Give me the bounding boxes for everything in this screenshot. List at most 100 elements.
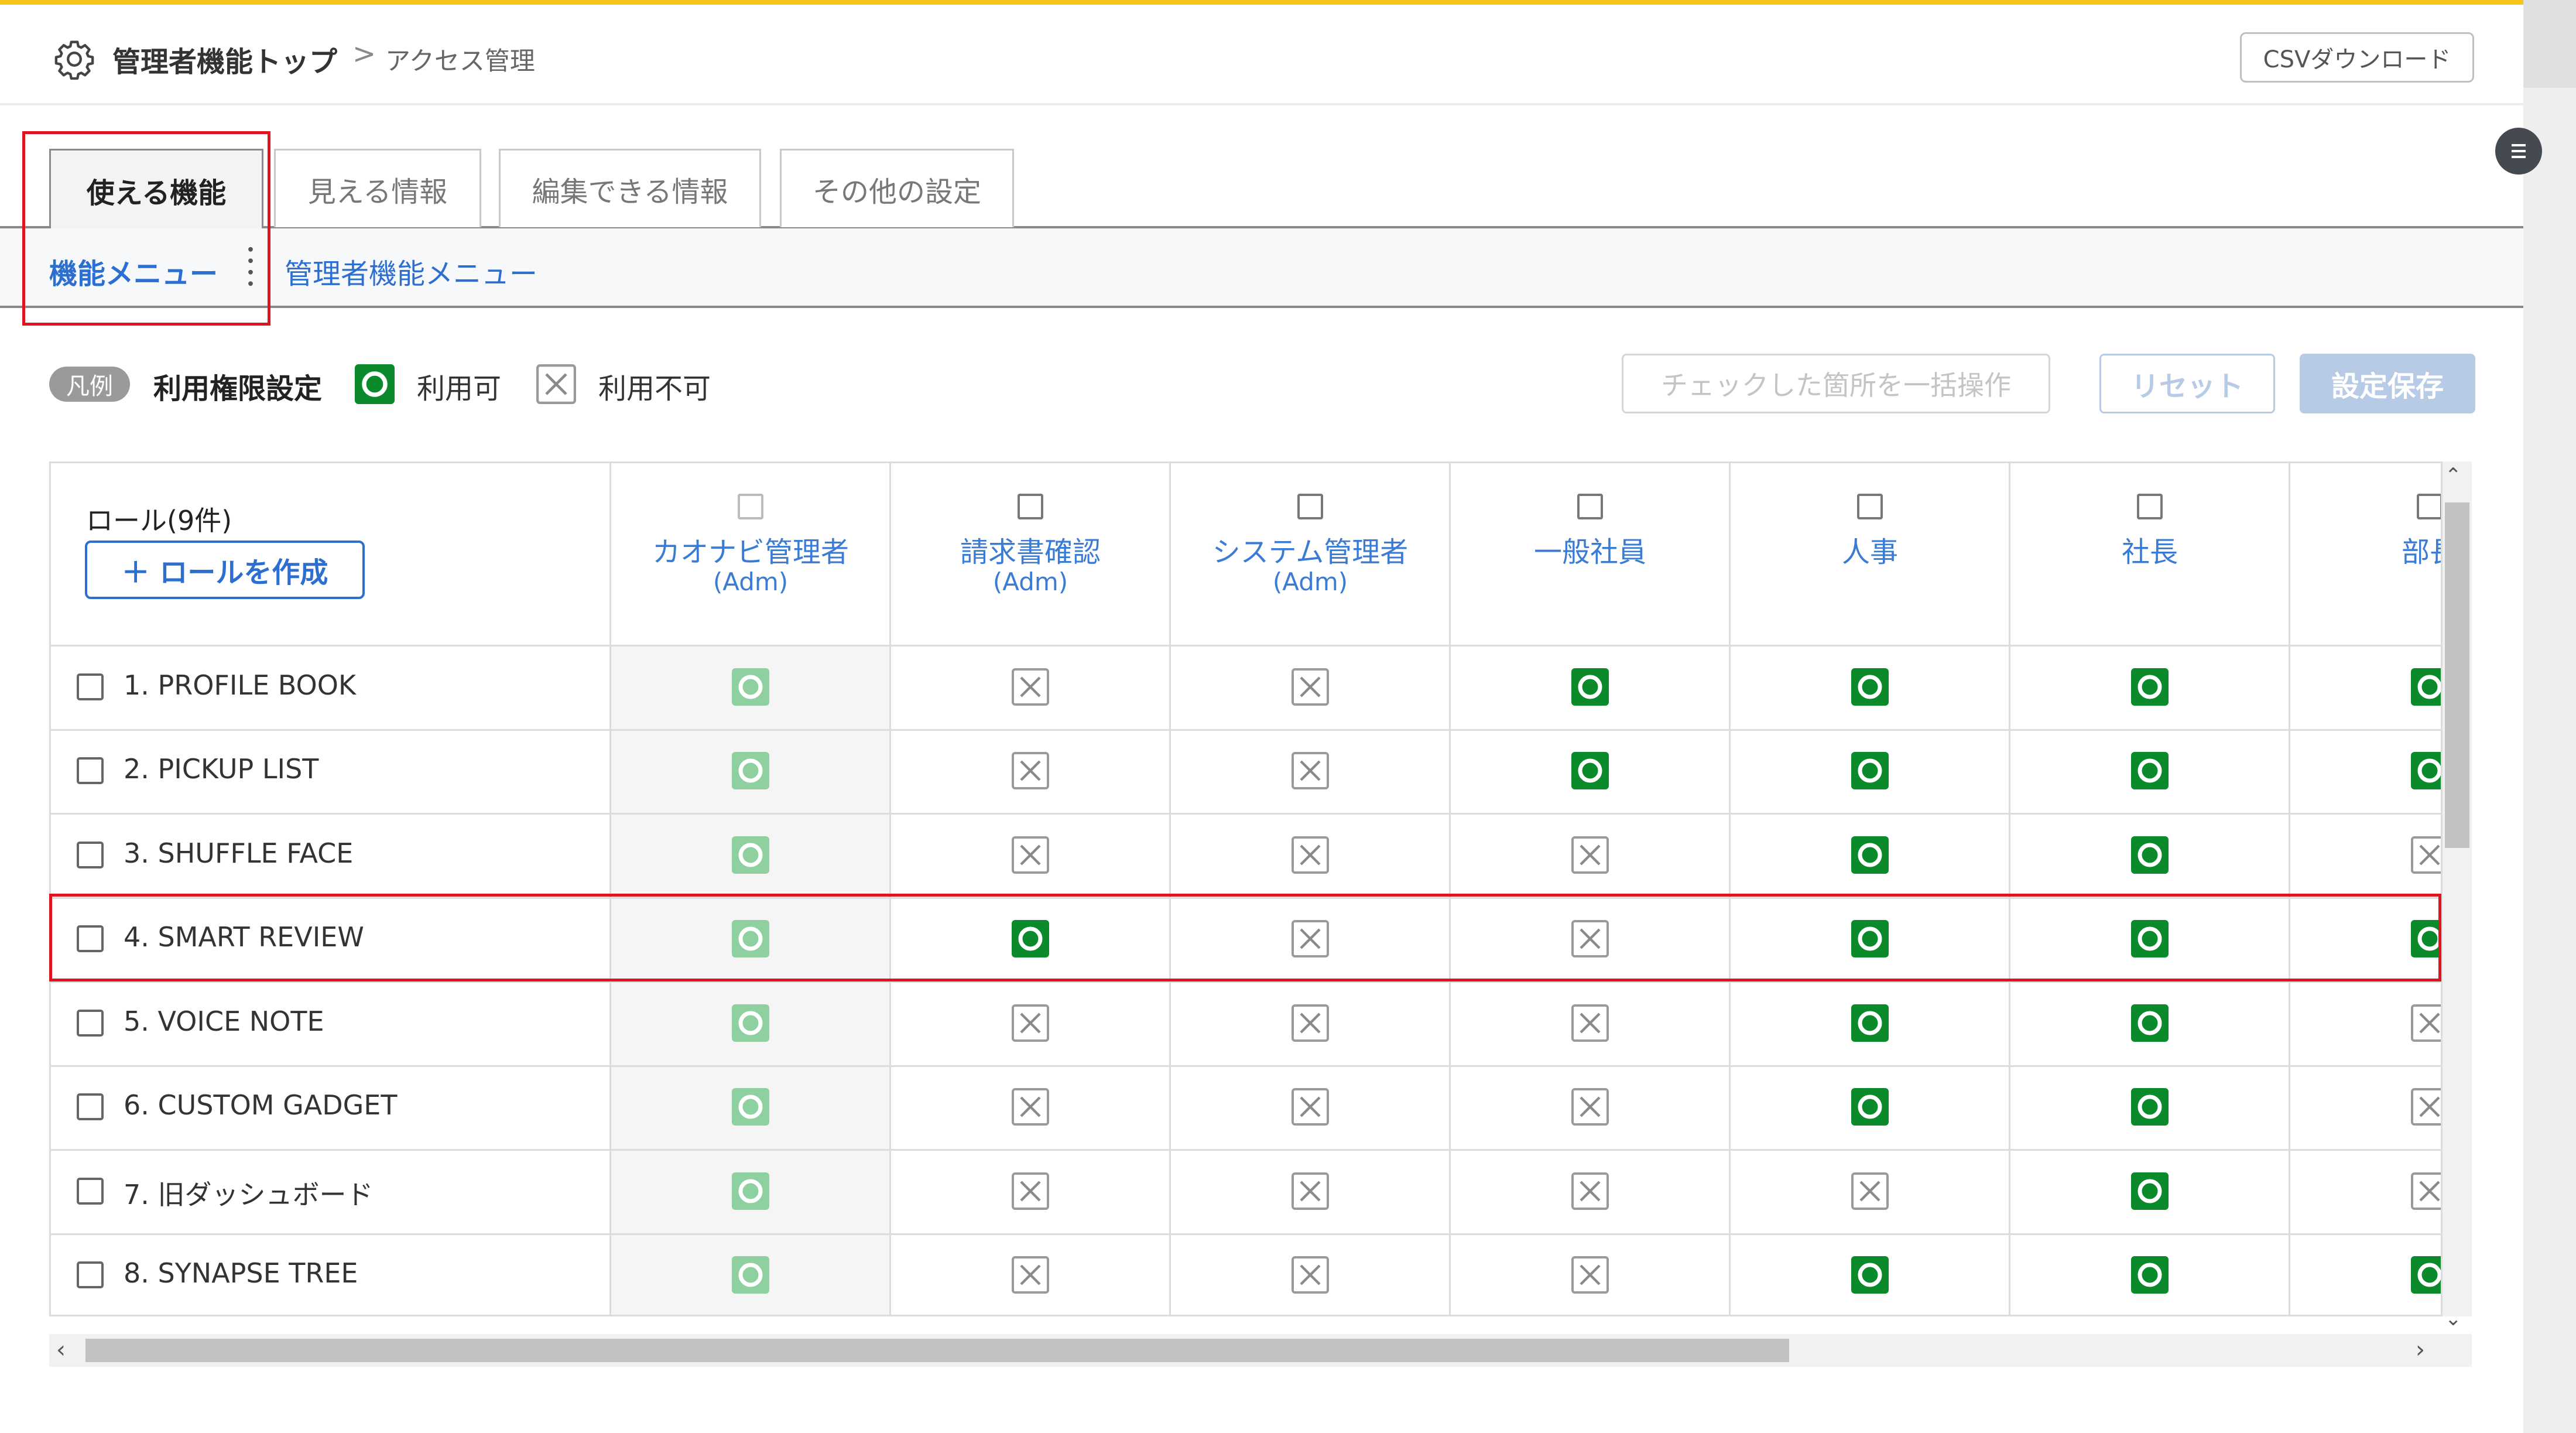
tab-visible-info[interactable]: 見える情報 — [274, 149, 481, 227]
allowed-icon[interactable] — [2131, 1088, 2169, 1126]
allowed-icon[interactable] — [2411, 668, 2443, 706]
allowed-fixed-icon[interactable] — [732, 836, 769, 874]
scroll-up-arrow-icon[interactable]: ⌃ — [2445, 464, 2462, 487]
reset-button[interactable]: リセット — [2099, 354, 2275, 413]
row-select-checkbox[interactable] — [77, 1261, 104, 1289]
not-allowed-icon[interactable] — [1571, 1088, 1609, 1126]
bulk-operation-button[interactable]: チェックした箇所を一括操作 — [1622, 354, 2050, 413]
row-divider — [51, 897, 2441, 899]
allowed-fixed-icon[interactable] — [732, 668, 769, 706]
allowed-icon[interactable] — [2131, 1172, 2169, 1210]
allowed-icon[interactable] — [2131, 1256, 2169, 1294]
column-select-checkbox[interactable] — [1577, 494, 1603, 519]
create-role-button[interactable]: ＋ ロールを作成 — [85, 541, 365, 599]
not-allowed-icon[interactable] — [1292, 668, 1329, 706]
not-allowed-icon[interactable] — [2411, 836, 2443, 874]
column-select-checkbox[interactable] — [738, 494, 763, 519]
allowed-icon[interactable] — [1851, 920, 1889, 958]
allowed-icon[interactable] — [1851, 668, 1889, 706]
allowed-icon[interactable] — [2131, 920, 2169, 958]
role-name[interactable]: 一般社員 — [1450, 529, 1730, 570]
allowed-icon[interactable] — [2131, 668, 2169, 706]
allowed-icon[interactable] — [1851, 1256, 1889, 1294]
not-allowed-icon[interactable] — [1292, 836, 1329, 874]
hamburger-icon[interactable] — [2495, 128, 2542, 175]
allowed-icon[interactable] — [2411, 920, 2443, 958]
not-allowed-icon[interactable] — [1012, 1172, 1049, 1210]
save-settings-button[interactable]: 設定保存 — [2300, 354, 2475, 413]
subnav-admin-function-menu[interactable]: 管理者機能メニュー — [285, 251, 537, 292]
row-select-checkbox[interactable] — [77, 1009, 104, 1037]
column-select-checkbox[interactable] — [1857, 494, 1883, 519]
role-name[interactable]: システム管理者 — [1170, 529, 1450, 570]
vertical-scroll-thumb[interactable] — [2445, 502, 2469, 848]
subnav-function-menu[interactable]: 機能メニュー — [49, 251, 218, 292]
legend-title: 利用権限設定 — [153, 372, 323, 405]
allowed-icon[interactable] — [1571, 668, 1609, 706]
not-allowed-icon[interactable] — [1292, 1004, 1329, 1042]
breadcrumb-top[interactable]: 管理者機能トップ — [112, 39, 337, 80]
role-name[interactable]: カオナビ管理者 — [611, 529, 890, 570]
not-allowed-icon[interactable] — [1012, 836, 1049, 874]
not-allowed-icon[interactable] — [2411, 1088, 2443, 1126]
allowed-fixed-icon[interactable] — [732, 1256, 769, 1294]
not-allowed-icon[interactable] — [1012, 1088, 1049, 1126]
column-select-checkbox[interactable] — [2137, 494, 2163, 519]
allowed-icon[interactable] — [2411, 1256, 2443, 1294]
row-select-checkbox[interactable] — [77, 841, 104, 868]
not-allowed-icon[interactable] — [1571, 1172, 1609, 1210]
role-name[interactable]: 請求書確認 — [890, 529, 1170, 570]
allowed-fixed-icon[interactable] — [732, 1172, 769, 1210]
allowed-icon[interactable] — [1851, 1088, 1889, 1126]
not-allowed-icon[interactable] — [1571, 920, 1609, 958]
allowed-icon[interactable] — [2131, 836, 2169, 874]
role-name[interactable]: 社長 — [2010, 529, 2290, 570]
allowed-fixed-icon[interactable] — [732, 920, 769, 958]
allowed-icon[interactable] — [1012, 920, 1049, 958]
allowed-fixed-icon[interactable] — [732, 752, 769, 790]
csv-download-button[interactable]: CSVダウンロード — [2240, 32, 2474, 83]
allowed-icon[interactable] — [1571, 752, 1609, 790]
not-allowed-icon[interactable] — [1292, 920, 1329, 958]
tab-other-settings[interactable]: その他の設定 — [780, 149, 1014, 227]
scroll-left-arrow-icon[interactable]: ‹ — [56, 1336, 66, 1363]
row-select-checkbox[interactable] — [77, 1177, 104, 1205]
not-allowed-icon[interactable] — [1571, 1004, 1609, 1042]
row-select-checkbox[interactable] — [77, 1093, 104, 1121]
allowed-icon[interactable] — [2131, 752, 2169, 790]
allowed-fixed-icon[interactable] — [732, 1004, 769, 1042]
not-allowed-icon[interactable] — [1571, 836, 1609, 874]
scroll-right-arrow-icon[interactable]: › — [2416, 1336, 2425, 1363]
not-allowed-icon[interactable] — [1292, 1172, 1329, 1210]
column-select-checkbox[interactable] — [2417, 494, 2441, 519]
allowed-icon[interactable] — [2131, 1004, 2169, 1042]
column-select-checkbox[interactable] — [1297, 494, 1323, 519]
not-allowed-icon[interactable] — [2411, 1004, 2443, 1042]
tab-editable-info[interactable]: 編集できる情報 — [499, 149, 761, 227]
not-allowed-icon[interactable] — [1012, 1256, 1049, 1294]
not-allowed-icon[interactable] — [1851, 1172, 1889, 1210]
not-allowed-icon[interactable] — [2411, 1172, 2443, 1210]
not-allowed-icon[interactable] — [1292, 1256, 1329, 1294]
not-allowed-icon[interactable] — [1012, 1004, 1049, 1042]
not-allowed-icon[interactable] — [1012, 668, 1049, 706]
row-select-checkbox[interactable] — [77, 757, 104, 785]
not-allowed-icon[interactable] — [1012, 752, 1049, 790]
not-allowed-icon[interactable] — [1292, 752, 1329, 790]
role-name[interactable]: 部長 — [2290, 529, 2441, 570]
row-select-checkbox[interactable] — [77, 673, 104, 700]
allowed-icon[interactable] — [1851, 836, 1889, 874]
role-name[interactable]: 人事 — [1730, 529, 2010, 570]
horizontal-scroll-thumb[interactable] — [85, 1339, 1789, 1362]
function-name: 7. 旧ダッシュボード — [124, 1178, 374, 1210]
allowed-icon[interactable] — [1851, 752, 1889, 790]
allowed-fixed-icon[interactable] — [732, 1088, 769, 1126]
allowed-icon[interactable] — [1851, 1004, 1889, 1042]
column-select-checkbox[interactable] — [1018, 494, 1043, 519]
scroll-down-arrow-icon[interactable]: ⌄ — [2445, 1307, 2462, 1331]
row-select-checkbox[interactable] — [77, 925, 104, 953]
allowed-icon[interactable] — [2411, 752, 2443, 790]
not-allowed-icon[interactable] — [1571, 1256, 1609, 1294]
tab-usable-functions[interactable]: 使える機能 — [49, 149, 263, 230]
not-allowed-icon[interactable] — [1292, 1088, 1329, 1126]
